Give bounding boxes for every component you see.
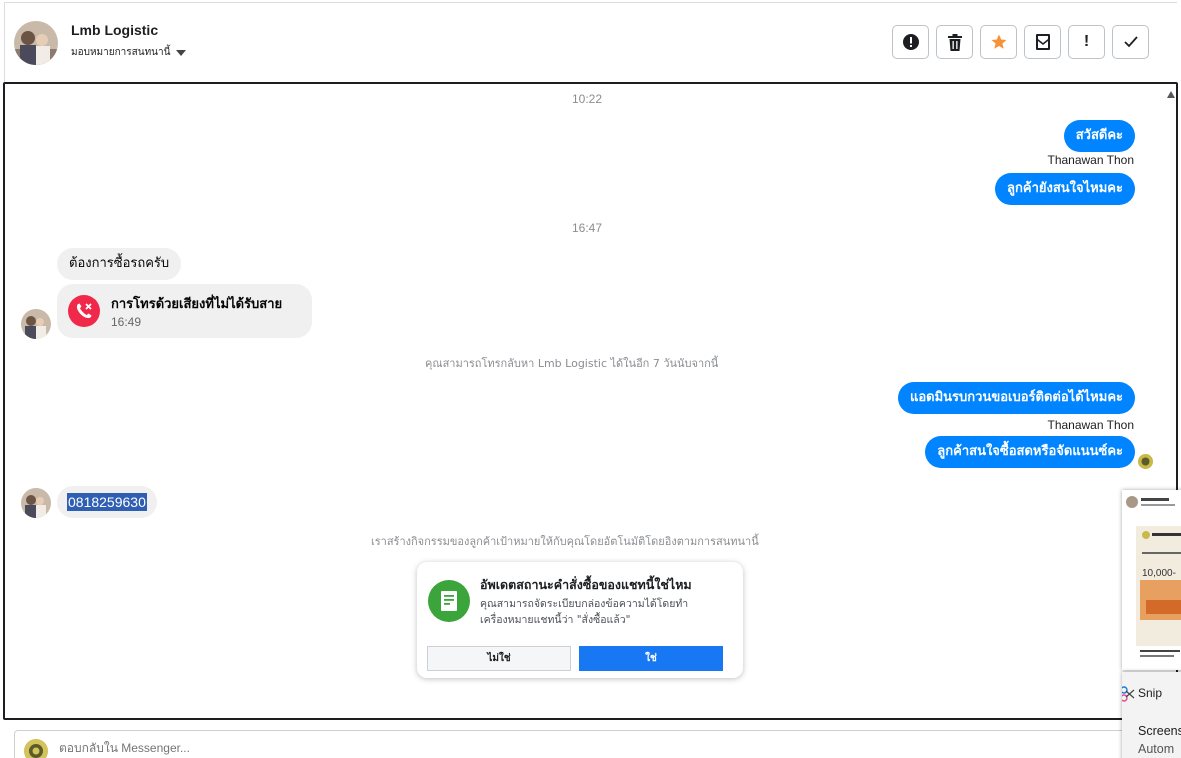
missed-call-title: การโทรด้วยเสียงที่ไม่ได้รับสาย [111,297,283,312]
check-icon [1123,36,1138,48]
messenger-inbox: Lmb Logistic มอบหมายการสนทนานี้ ! 10:22 … [0,0,1181,758]
timestamp: 10:22 [572,92,603,106]
order-prompt-description: คุณสามารถจัดระเบียบกล่องข้อความได้โดยทำเ… [480,598,689,626]
order-status-prompt: อัพเดตสถานะคำสั่งซื้อของแชทนี้ใช่ไหม คุณ… [417,562,743,678]
star-icon [991,34,1006,49]
thumbnail-price: 10,000- [1142,568,1176,579]
page-avatar [24,739,48,758]
scroll-up-arrow[interactable] [1167,91,1175,98]
mark-unread-button[interactable] [1024,25,1061,59]
contact-avatar-small [21,488,51,518]
incoming-message-phone[interactable]: 0818259630 [57,486,157,518]
conversation-toolbar: ! [892,25,1149,59]
activity-note: เราสร้างกิจกรรมของลูกค้าเป้าหมายให้กับคุ… [371,535,759,548]
contact-name: Lmb Logistic [71,22,159,38]
follow-up-button[interactable]: ! [1068,25,1105,59]
sender-name: Thanawan Thon [1047,418,1134,432]
callback-note: คุณสามารถโทรกลับหา Lmb Logistic ได้ในอีก… [425,357,719,370]
timestamp: 16:47 [572,221,603,235]
contact-avatar-small [21,309,51,339]
report-button[interactable] [892,25,929,59]
missed-call-card[interactable]: การโทรด้วยเสียงที่ไม่ได้รับสาย 16:49 [57,284,312,338]
contact-avatar[interactable] [14,21,58,65]
delete-button[interactable] [936,25,973,59]
yes-button[interactable]: ใช่ [579,646,723,671]
caret-down-icon [176,49,187,56]
snip-title: Screens [1138,724,1181,738]
reply-input[interactable] [59,741,659,755]
alert-circle-icon [902,34,919,50]
trash-icon [947,33,962,51]
snip-notification[interactable]: Snip Screens Autom [1122,672,1181,758]
incoming-message[interactable]: ต้องการซื้อรถครับ [57,248,182,280]
outgoing-message[interactable]: สวัสดีคะ [1063,120,1135,152]
star-button[interactable] [980,25,1017,59]
outgoing-message[interactable]: แอดมินรบกวนขอเบอร์ติดต่อได้ไหมคะ [897,382,1135,414]
snip-app-name: Snip [1138,686,1163,700]
assign-label: มอบหมายการสนทนานี้ [71,47,171,58]
conversation-header: Lmb Logistic มอบหมายการสนทนานี้ ! [4,2,1177,82]
read-receipt-avatar [1138,454,1153,469]
selected-phone-number[interactable]: 0818259630 [67,493,147,511]
preview-thumbnail-window[interactable]: 10,000- [1122,490,1181,670]
no-button[interactable]: ไม่ใช่ [427,646,571,671]
missed-call-icon [68,295,100,327]
done-button[interactable] [1112,25,1149,59]
assign-conversation-dropdown[interactable]: มอบหมายการสนทนานี้ [71,45,187,60]
order-prompt-title: อัพเดตสถานะคำสั่งซื้อของแชทนี้ใช่ไหม [480,577,692,592]
outgoing-message[interactable]: ลูกค้ายังสนใจไหมคะ [995,173,1135,205]
message-thread[interactable]: 10:22 สวัสดีคะ Thanawan Thon ลูกค้ายังสน… [3,82,1178,720]
exclamation-icon: ! [1083,33,1090,50]
snip-subtitle: Autom [1138,742,1175,756]
envelope-icon [1035,34,1050,50]
missed-call-time: 16:49 [111,315,142,329]
order-receipt-icon [428,580,470,622]
outgoing-message[interactable]: ลูกค้าสนใจซื้อสดหรือจัดแนนซ์คะ [925,436,1135,468]
sender-name: Thanawan Thon [1047,153,1134,167]
reply-composer [14,730,1134,758]
snip-icon [1122,686,1135,702]
